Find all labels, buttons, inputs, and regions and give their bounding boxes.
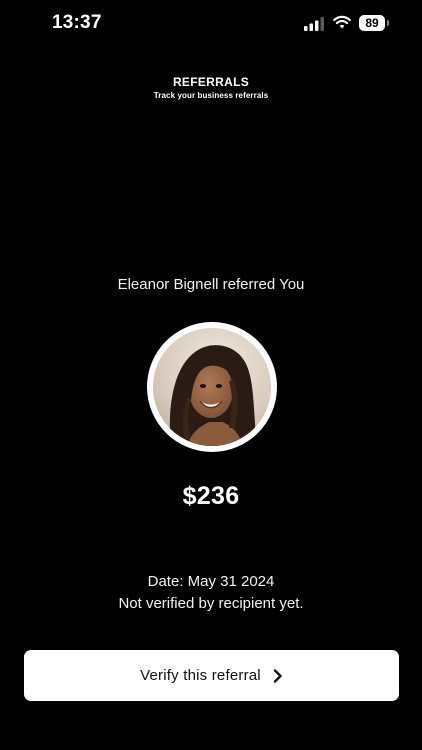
page-subtitle: Track your business referrals: [153, 91, 269, 100]
verification-status: Not verified by recipient yet.: [118, 595, 304, 612]
battery-icon: 89: [359, 15, 390, 31]
referral-date: Date: May 31 2024: [147, 573, 275, 590]
battery-tip: [387, 20, 389, 26]
avatar-photo: [153, 328, 271, 446]
battery-level: 89: [359, 15, 385, 31]
wifi-icon: [333, 15, 351, 29]
chevron-right-icon: [273, 668, 282, 683]
avatar: [147, 322, 277, 452]
referral-amount: $236: [182, 482, 240, 510]
verify-button-label: Verify this referral: [140, 667, 261, 684]
status-bar: 13:37 89: [0, 0, 422, 50]
page-title: REFERRALS: [172, 75, 250, 89]
referrer-text: Eleanor Bignell referred You: [117, 276, 305, 293]
signal-icon: [304, 17, 324, 31]
status-time: 13:37: [52, 12, 102, 33]
verify-referral-button[interactable]: Verify this referral: [24, 650, 399, 701]
